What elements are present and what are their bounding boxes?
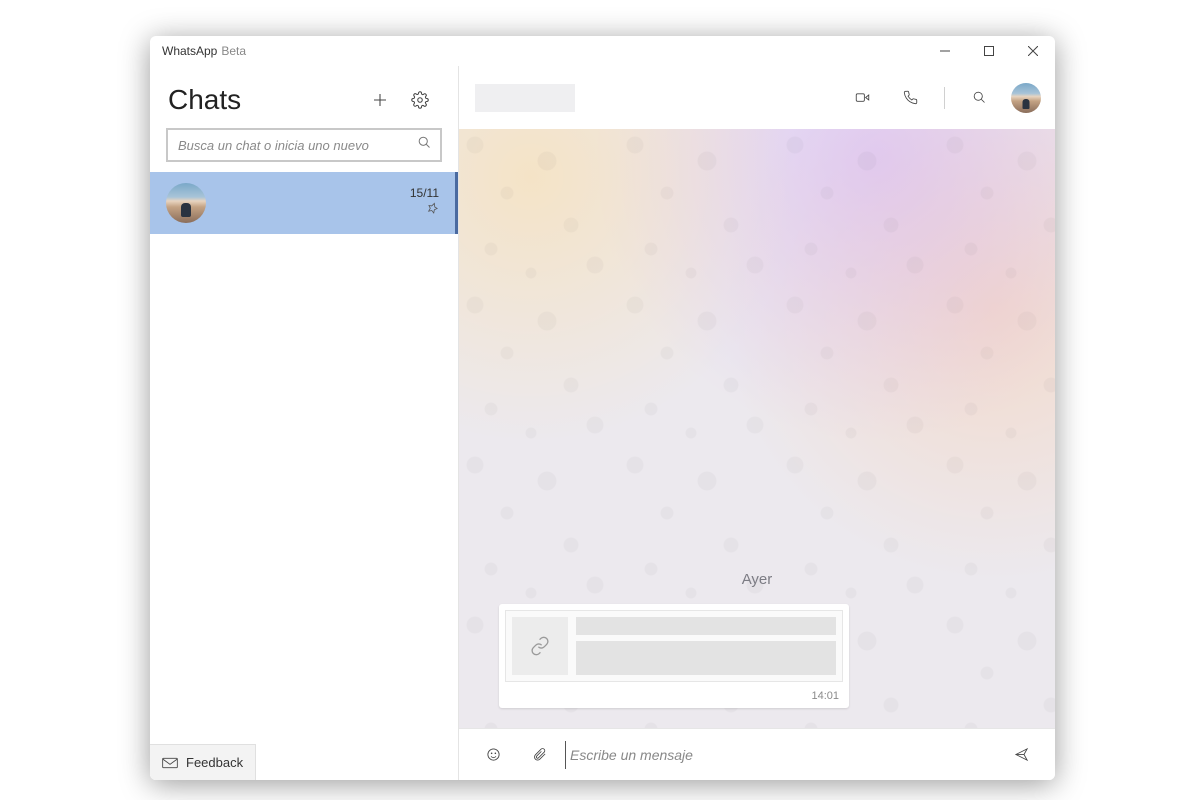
feedback-label: Feedback bbox=[186, 755, 243, 770]
link-icon bbox=[512, 617, 568, 675]
voice-call-button[interactable] bbox=[890, 78, 930, 118]
plus-icon bbox=[371, 91, 389, 109]
settings-button[interactable] bbox=[400, 80, 440, 120]
chat-pane: Ayer 14:01 bbox=[459, 66, 1055, 780]
gear-icon bbox=[411, 91, 429, 109]
link-preview-desc-placeholder bbox=[576, 641, 836, 675]
app-title: WhatsApp bbox=[162, 44, 217, 58]
divider bbox=[944, 87, 945, 109]
profile-avatar[interactable] bbox=[1011, 83, 1041, 113]
search-box[interactable] bbox=[166, 128, 442, 162]
send-button[interactable] bbox=[1001, 735, 1041, 775]
chat-header bbox=[459, 66, 1055, 129]
paperclip-icon bbox=[532, 747, 547, 762]
sidebar-header: Chats bbox=[150, 66, 458, 128]
minimize-button[interactable] bbox=[923, 36, 967, 66]
search-icon bbox=[417, 135, 432, 155]
mail-icon bbox=[162, 757, 178, 769]
video-icon bbox=[855, 90, 870, 105]
message-bubble[interactable]: 14:01 bbox=[499, 604, 849, 708]
pin-icon bbox=[426, 202, 439, 220]
attach-button[interactable] bbox=[519, 735, 559, 775]
app-tag: Beta bbox=[221, 44, 246, 58]
emoji-button[interactable] bbox=[473, 735, 513, 775]
maximize-button[interactable] bbox=[967, 36, 1011, 66]
titlebar: WhatsApp Beta bbox=[150, 36, 1055, 66]
search-icon bbox=[972, 90, 987, 105]
avatar bbox=[166, 183, 206, 223]
feedback-button[interactable]: Feedback bbox=[150, 744, 256, 780]
chat-list-item[interactable]: 15/11 bbox=[150, 172, 458, 234]
new-chat-button[interactable] bbox=[360, 80, 400, 120]
link-preview-title-placeholder bbox=[576, 617, 836, 635]
sidebar-title: Chats bbox=[168, 84, 360, 116]
search-input[interactable] bbox=[178, 138, 417, 153]
sidebar: Chats 15/11 bbox=[150, 66, 459, 780]
messages-area[interactable]: Ayer 14:01 bbox=[459, 129, 1055, 728]
chat-search-button[interactable] bbox=[959, 78, 999, 118]
message-time: 14:01 bbox=[499, 688, 849, 704]
composer bbox=[459, 728, 1055, 780]
video-call-button[interactable] bbox=[842, 78, 882, 118]
emoji-icon bbox=[486, 747, 501, 762]
link-preview-body bbox=[576, 617, 836, 675]
send-icon bbox=[1014, 747, 1029, 762]
chat-item-date: 15/11 bbox=[410, 186, 439, 200]
phone-icon bbox=[903, 90, 918, 105]
app-window: WhatsApp Beta Chats bbox=[150, 36, 1055, 780]
close-button[interactable] bbox=[1011, 36, 1055, 66]
message-input[interactable] bbox=[565, 741, 995, 769]
link-preview[interactable] bbox=[505, 610, 843, 682]
date-divider: Ayer bbox=[742, 571, 773, 588]
contact-name-redacted bbox=[475, 84, 575, 112]
